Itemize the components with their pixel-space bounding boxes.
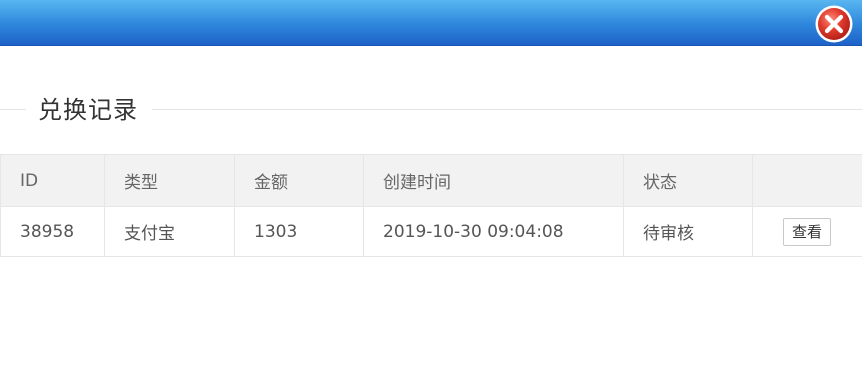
section-divider-left — [0, 109, 26, 110]
close-icon — [815, 5, 853, 43]
section-divider-right — [152, 109, 862, 110]
cell-status: 待审核 — [623, 206, 753, 257]
view-button[interactable]: 查看 — [783, 217, 832, 246]
cell-amount: 1303 — [234, 206, 364, 257]
cell-type: 支付宝 — [104, 206, 235, 257]
column-header-created-at: 创建时间 — [363, 154, 624, 207]
table-body: 38958 支付宝 1303 2019-10-30 09:04:08 待审核 查… — [0, 206, 862, 257]
cell-action: 查看 — [752, 206, 862, 257]
section-title: 兑换记录 — [38, 96, 138, 124]
column-header-amount: 金额 — [234, 154, 364, 207]
close-button[interactable] — [814, 4, 854, 44]
cell-created-at: 2019-10-30 09:04:08 — [363, 206, 624, 257]
column-header-id: ID — [0, 154, 105, 207]
table-row: 38958 支付宝 1303 2019-10-30 09:04:08 待审核 查… — [0, 206, 862, 257]
dialog-titlebar — [0, 0, 862, 46]
section-header: 兑换记录 — [0, 88, 862, 132]
column-header-status: 状态 — [623, 154, 753, 207]
table-header-row: ID 类型 金额 创建时间 状态 — [0, 154, 862, 207]
records-table: ID 类型 金额 创建时间 状态 38958 支付宝 1303 2019-10-… — [0, 154, 862, 257]
column-header-type: 类型 — [104, 154, 235, 207]
exchange-record-dialog: 兑换记录 ID 类型 金额 创建时间 状态 38958 支付宝 1303 201… — [0, 0, 862, 392]
column-header-action — [752, 154, 862, 207]
cell-id: 38958 — [0, 206, 105, 257]
table-header: ID 类型 金额 创建时间 状态 — [0, 154, 862, 207]
